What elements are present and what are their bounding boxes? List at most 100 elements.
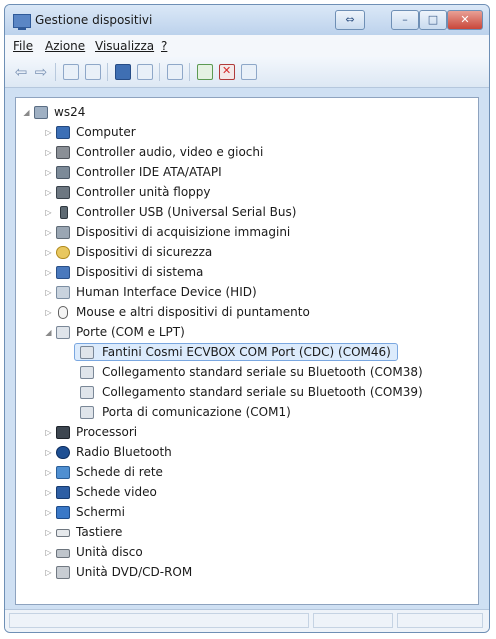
tree-item-label: Mouse e altri dispositivi di puntamento [76,305,310,319]
menu-visualizza[interactable]: Visualizza [95,39,154,53]
hid-icon [56,286,70,299]
tree-item-keyboards[interactable]: ▷ Tastiere [16,524,476,542]
tree-item-label: Collegamento standard seriale su Bluetoo… [102,365,423,379]
system-device-icon [56,266,70,279]
maximize-button[interactable]: □ [419,10,447,30]
minimize-button[interactable]: – [391,10,419,30]
scan-hardware-icon[interactable] [167,64,183,80]
expand-arrow-icon[interactable]: ▷ [44,308,53,317]
expand-arrow-icon[interactable]: ▷ [44,528,53,537]
close-button[interactable]: ✕ [447,10,483,30]
tree-item-mice[interactable]: ▷ Mouse e altri dispositivi di puntament… [16,304,476,322]
forward-arrow-icon[interactable]: ⇨ [33,64,49,80]
expand-arrow-icon[interactable]: ▷ [44,488,53,497]
tree-item-system-devices[interactable]: ▷ Dispositivi di sistema [16,264,476,282]
properties-icon[interactable] [85,64,101,80]
network-adapter-icon [56,466,70,479]
expand-arrow-icon[interactable]: ▷ [44,288,53,297]
tree-item-label: Dispositivi di acquisizione immagini [76,225,291,239]
expand-arrow-icon[interactable]: ▷ [44,168,53,177]
expand-arrow-icon[interactable]: ▷ [44,428,53,437]
tree-item-label: Unità DVD/CD-ROM [76,565,193,579]
tree-item-label: Schede di rete [76,465,163,479]
tree-item-floppy-controllers[interactable]: ▷ Controller unità floppy [16,184,476,202]
window-title: Gestione dispositivi [35,13,153,27]
tree-item-label: Dispositivi di sicurezza [76,245,213,259]
ide-controller-icon [56,166,70,179]
disable-device-icon[interactable] [241,64,257,80]
tree-item-monitors[interactable]: ▷ Schermi [16,504,476,522]
status-segment [9,613,309,628]
processor-icon [56,426,70,439]
tree-item-imaging-devices[interactable]: ▷ Dispositivi di acquisizione immagini [16,224,476,242]
update-driver-icon[interactable] [197,64,213,80]
expand-arrow-icon[interactable]: ▷ [44,448,53,457]
tree-item-label: Tastiere [76,525,123,539]
communication-port-icon [80,406,94,419]
expand-arrow-icon[interactable]: ▷ [44,468,53,477]
tree-item-audio-controllers[interactable]: ▷ Controller audio, video e giochi [16,144,476,162]
tree-item-label: Fantini Cosmi ECVBOX COM Port (CDC) (COM… [102,345,391,359]
tree-item-label: Controller audio, video e giochi [76,145,264,159]
tree-item-processors[interactable]: ▷ Processori [16,424,476,442]
tree-item-bluetooth-com39[interactable]: Collegamento standard seriale su Bluetoo… [16,384,476,402]
computer-icon [56,126,70,139]
menu-help[interactable]: ? [161,39,167,53]
tree-item-computer[interactable]: ▷ Computer [16,124,476,142]
view-icon[interactable] [137,64,153,80]
device-manager-app-icon [13,14,31,30]
serial-port-icon [80,386,94,399]
computer-root-icon [34,106,48,119]
tree-item-security-devices[interactable]: ▷ Dispositivi di sicurezza [16,244,476,262]
expand-arrow-icon[interactable]: ▷ [44,188,53,197]
tree-item-hid[interactable]: ▷ Human Interface Device (HID) [16,284,476,302]
menu-azione[interactable]: Azione [45,39,85,53]
tree-item-label: Controller IDE ATA/ATAPI [76,165,222,179]
tree-item-usb-controllers[interactable]: ▷ Controller USB (Universal Serial Bus) [16,204,476,222]
tree-item-com1[interactable]: Porta di comunicazione (COM1) [16,404,476,422]
tree-item-fantini-com46[interactable]: Fantini Cosmi ECVBOX COM Port (CDC) (COM… [16,343,476,362]
tree-item-display-adapters[interactable]: ▷ Schede video [16,484,476,502]
tree-item-label: Computer [76,125,136,139]
tree-item-network-adapters[interactable]: ▷ Schede di rete [16,464,476,482]
uninstall-icon[interactable] [219,64,235,80]
dvd-drive-icon [56,566,70,579]
device-tree[interactable]: ◢ ws24 ▷ Computer ▷ Controller audio, vi… [15,97,479,605]
expand-arrow-icon[interactable]: ▷ [44,548,53,557]
tree-item-ports[interactable]: ◢ Porte (COM e LPT) [16,324,476,342]
expand-arrow-icon[interactable]: ▷ [44,228,53,237]
floppy-controller-icon [56,186,70,199]
expand-arrow-icon[interactable]: ▷ [44,208,53,217]
back-arrow-icon[interactable]: ⇦ [13,64,29,80]
audio-controller-icon [56,146,70,159]
help-icon[interactable] [115,64,131,80]
tree-item-disk-drives[interactable]: ▷ Unità disco [16,544,476,562]
expand-arrow-icon[interactable]: ▷ [44,568,53,577]
tree-item-dvd-drives[interactable]: ▷ Unità DVD/CD-ROM [16,564,476,582]
tree-item-label: Porta di comunicazione (COM1) [102,405,291,419]
tree-item-label: Unità disco [76,545,143,559]
tree-item-label: Dispositivi di sistema [76,265,204,279]
security-device-icon [56,246,70,259]
tree-item-label: ws24 [54,105,86,119]
expand-arrow-icon[interactable]: ▷ [44,508,53,517]
title-bar[interactable]: Gestione dispositivi ⇔ – □ ✕ [5,5,489,35]
monitor-icon [56,506,70,519]
collapse-arrow-icon[interactable]: ◢ [44,328,53,337]
collapse-arrow-icon[interactable]: ◢ [22,108,31,117]
expand-arrow-icon[interactable]: ▷ [44,148,53,157]
serial-port-icon [80,366,94,379]
expand-arrow-icon[interactable]: ▷ [44,248,53,257]
tree-item-bluetooth-radio[interactable]: ▷ Radio Bluetooth [16,444,476,462]
expand-arrow-icon[interactable]: ▷ [44,128,53,137]
tree-root-ws24[interactable]: ◢ ws24 [16,104,476,122]
show-hide-tree-icon[interactable] [63,64,79,80]
menu-file[interactable]: File [13,39,33,53]
tree-item-label: Radio Bluetooth [76,445,172,459]
restore-button[interactable]: ⇔ [335,10,365,30]
display-adapter-icon [56,486,70,499]
expand-arrow-icon[interactable]: ▷ [44,268,53,277]
tree-item-ide-controllers[interactable]: ▷ Controller IDE ATA/ATAPI [16,164,476,182]
tree-item-bluetooth-com38[interactable]: Collegamento standard seriale su Bluetoo… [16,364,476,382]
keyboard-icon [56,529,70,537]
